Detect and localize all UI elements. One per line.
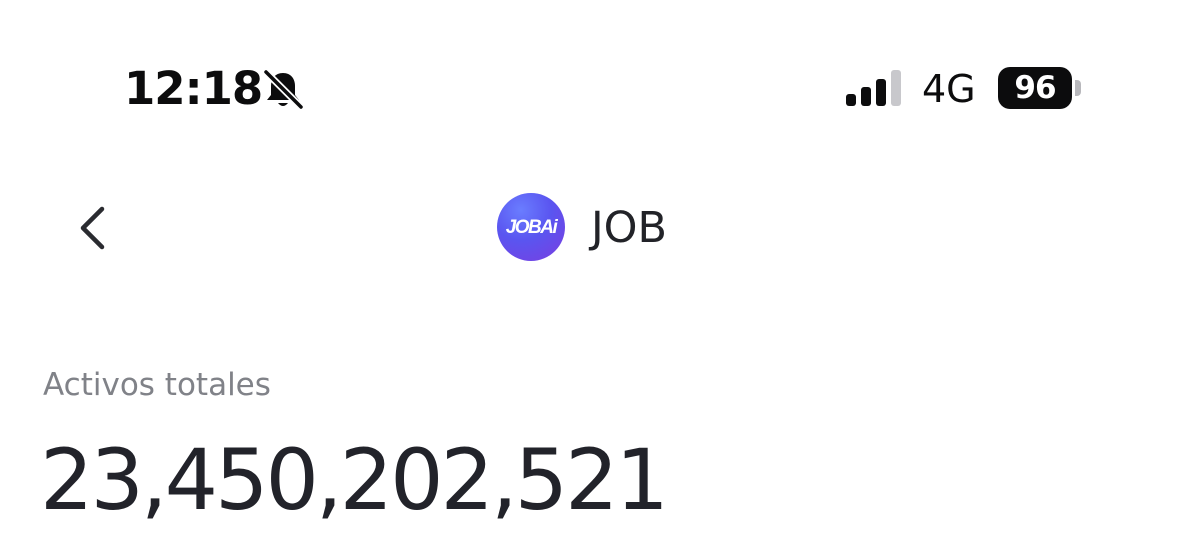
cellular-signal-icon	[846, 70, 901, 106]
back-button[interactable]	[70, 200, 120, 256]
battery-cap	[1075, 80, 1081, 96]
status-time: 12:18	[124, 62, 263, 115]
total-assets-value: 23,450,202,521	[40, 431, 669, 529]
battery-icon: 96	[998, 67, 1072, 109]
bell-slash-icon	[262, 68, 305, 111]
network-type: 4G	[922, 67, 976, 111]
token-name: JOB	[591, 203, 668, 253]
token-logo: JOBAi	[497, 193, 565, 261]
total-assets-label: Activos totales	[43, 367, 271, 403]
battery-level: 96	[1014, 70, 1056, 106]
token-logo-text: JOBAi	[505, 216, 558, 238]
chevron-left-icon	[80, 206, 105, 250]
